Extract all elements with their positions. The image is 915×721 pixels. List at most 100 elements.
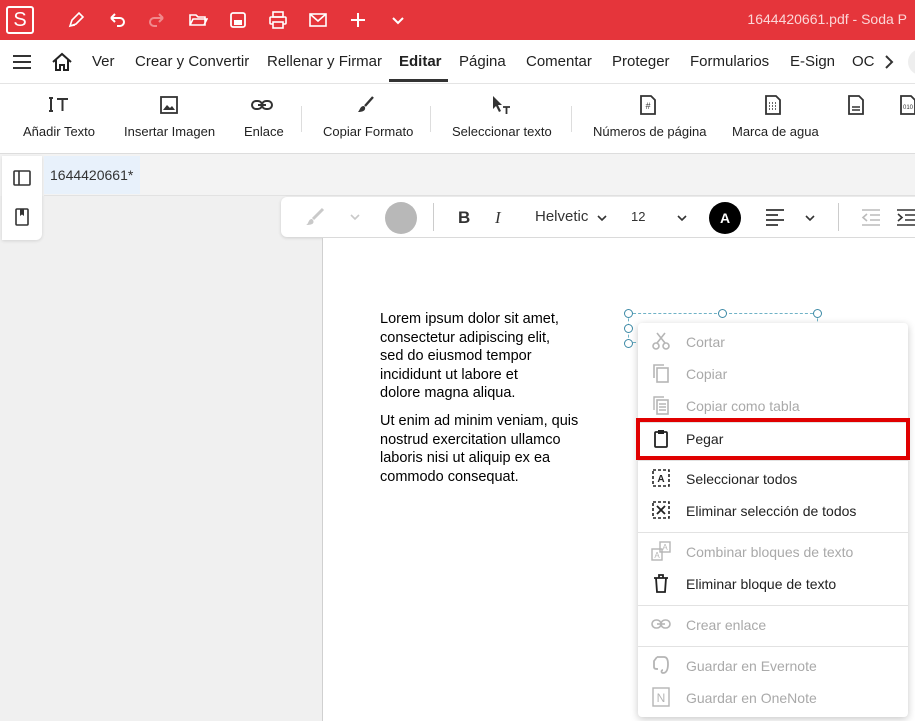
chevron-down-icon[interactable]: [676, 212, 688, 224]
bates-numbering-icon: 010: [900, 95, 915, 115]
resize-handle[interactable]: [624, 309, 633, 318]
resize-handle[interactable]: [813, 309, 822, 318]
undo-icon[interactable]: [105, 8, 129, 32]
fill-color-swatch[interactable]: [385, 202, 417, 234]
svg-text:A: A: [657, 474, 664, 485]
menu-ver[interactable]: Ver: [92, 53, 115, 70]
deselect-all-icon: [652, 501, 670, 519]
menu-item-copiar-como-tabla[interactable]: Copiar como tabla: [638, 390, 908, 420]
link-icon: [251, 100, 273, 110]
combine-text-icon: AA: [651, 541, 671, 561]
menu-ocr[interactable]: OC: [852, 53, 875, 70]
menu-pagina[interactable]: Página: [459, 53, 506, 70]
italic-icon[interactable]: I: [493, 208, 509, 226]
chevron-down-icon[interactable]: [349, 211, 361, 223]
chevron-down-icon[interactable]: [386, 8, 410, 32]
chevron-down-icon[interactable]: [804, 212, 816, 224]
menu-item-guardar-onenote[interactable]: N Guardar en OneNote: [638, 682, 908, 712]
select-text-icon: [493, 96, 510, 114]
menu-formularios[interactable]: Formularios: [690, 53, 769, 70]
menu-editar[interactable]: Editar: [399, 53, 442, 70]
insert-image-button[interactable]: Insertar Imagen: [124, 84, 219, 154]
window-title: 1644420661.pdf - Soda P: [747, 11, 907, 27]
menu-crear-y-convertir[interactable]: Crear y Convertir: [135, 53, 249, 70]
print-icon[interactable]: [266, 8, 290, 32]
text-block-2[interactable]: Ut enim ad minim veniam, quis nostrud ex…: [380, 412, 578, 486]
svg-text:#: #: [645, 101, 650, 111]
bookmark-icon[interactable]: [12, 207, 32, 227]
resize-handle[interactable]: [624, 324, 633, 333]
menu-divider: [638, 532, 908, 533]
menu-item-eliminar-seleccion[interactable]: Eliminar selección de todos: [638, 495, 908, 525]
save-icon[interactable]: [226, 8, 250, 32]
app-logo[interactable]: S: [6, 6, 34, 34]
panel-toggle-icon[interactable]: [12, 168, 32, 188]
text-format-bar: B I Helvetic 12 A: [281, 197, 915, 237]
font-size-select[interactable]: 12: [631, 209, 645, 224]
select-text-button[interactable]: Seleccionar texto: [452, 84, 554, 154]
text-color-button[interactable]: A: [709, 202, 741, 234]
svg-text:A: A: [662, 543, 668, 552]
menu-item-copiar[interactable]: Copiar: [638, 358, 908, 388]
text-line: commodo consequat.: [380, 468, 519, 485]
resize-handle[interactable]: [718, 309, 727, 318]
hamburger-menu-icon[interactable]: [12, 52, 32, 72]
menu-item-crear-enlace[interactable]: Crear enlace: [638, 609, 908, 639]
title-bar: S 1644420661.pdf - Soda P: [0, 0, 915, 40]
text-line: dolore magna aliqua.: [380, 385, 516, 402]
open-folder-icon[interactable]: [186, 8, 210, 32]
avatar[interactable]: [908, 49, 915, 75]
plus-icon[interactable]: [346, 8, 370, 32]
menu-item-seleccionar-todos[interactable]: A Seleccionar todos: [638, 463, 908, 493]
toolbar-divider: [430, 106, 431, 132]
image-icon: [160, 96, 178, 114]
onenote-icon: N: [652, 687, 670, 707]
align-left-icon[interactable]: [765, 208, 785, 226]
pegar-highlight-box: [636, 418, 910, 460]
tab-row-divider: [44, 195, 915, 196]
menu-item-eliminar-bloque[interactable]: Eliminar bloque de texto: [638, 568, 908, 598]
indent-decrease-icon[interactable]: [861, 208, 881, 226]
redo-icon[interactable]: [145, 8, 169, 32]
menu-comentar[interactable]: Comentar: [526, 53, 592, 70]
home-icon[interactable]: [51, 51, 73, 73]
link-button[interactable]: Enlace: [244, 84, 284, 154]
add-text-button[interactable]: Añadir Texto: [23, 84, 103, 154]
mail-icon[interactable]: [306, 8, 330, 32]
chevron-right-icon[interactable]: [880, 52, 898, 72]
text-block-1[interactable]: Lorem ipsum dolor sit amet, consectetur …: [380, 310, 559, 403]
text-line: Ut enim ad minim veniam, quis: [380, 413, 579, 429]
indent-increase-icon[interactable]: [896, 208, 915, 226]
document-tab[interactable]: 1644420661*: [44, 156, 140, 194]
format-divider: [433, 203, 434, 231]
menu-proteger[interactable]: Proteger: [612, 53, 670, 70]
trash-icon: [654, 574, 668, 593]
svg-text:A: A: [654, 551, 660, 560]
text-line: nostrud exercitation ullamco: [380, 431, 561, 448]
menu-item-combinar-bloques[interactable]: AA Combinar bloques de texto: [638, 536, 908, 566]
menu-e-sign[interactable]: E-Sign: [790, 53, 835, 70]
header-footer-button[interactable]: [845, 84, 869, 154]
text-line: consectetur adipiscing elit,: [380, 329, 551, 346]
bold-icon[interactable]: B: [456, 208, 472, 226]
svg-text:010: 010: [903, 105, 914, 111]
menu-item-cortar[interactable]: Cortar: [638, 326, 908, 356]
document-icon: [848, 95, 864, 115]
copy-format-button[interactable]: Copiar Formato: [323, 84, 413, 154]
svg-text:B: B: [458, 208, 470, 226]
menu-item-guardar-evernote[interactable]: Guardar en Evernote: [638, 650, 908, 680]
toolbar-divider: [571, 106, 572, 132]
highlight-brush-icon[interactable]: [303, 207, 327, 227]
side-rail: [2, 156, 42, 240]
chevron-down-icon[interactable]: [596, 212, 608, 224]
menu-rellenar-y-firmar[interactable]: Rellenar y Firmar: [267, 53, 382, 70]
pen-icon[interactable]: [64, 8, 88, 32]
text-line: laboris nisi ut aliquip ex ea: [380, 450, 551, 467]
font-family-select[interactable]: Helvetic: [535, 208, 588, 225]
menu-divider: [638, 646, 908, 647]
page-numbers-button[interactable]: # Números de página: [593, 84, 706, 154]
resize-handle[interactable]: [624, 339, 633, 348]
watermark-button[interactable]: Marca de agua: [732, 84, 822, 154]
bates-button[interactable]: 010: [897, 84, 915, 154]
select-all-icon: A: [652, 469, 670, 487]
